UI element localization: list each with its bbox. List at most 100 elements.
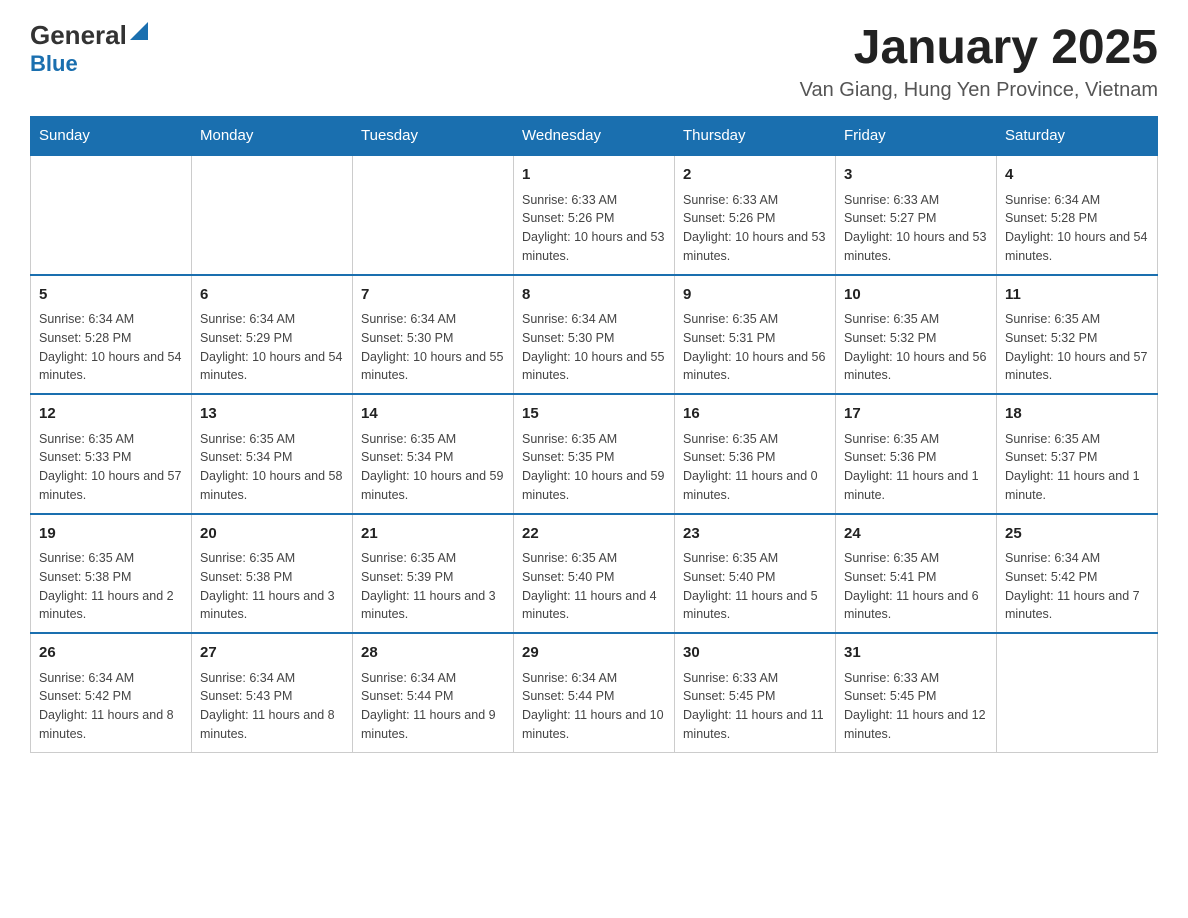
calendar-week-row: 19 Sunrise: 6:35 AMSunset: 5:38 PMDayligh… <box>31 514 1158 634</box>
calendar-header-friday: Friday <box>836 117 997 156</box>
day-number: 24 <box>844 523 988 546</box>
calendar-day-cell: 30 Sunrise: 6:33 AMSunset: 5:45 PMDayligh… <box>675 633 836 752</box>
page-header: General Blue January 2025 Van Giang, Hun… <box>30 20 1158 102</box>
day-number: 3 <box>844 164 988 187</box>
calendar-day-cell: 10Sunrise: 6:35 AMSunset: 5:32 PMDayligh… <box>836 275 997 395</box>
calendar-day-cell: 13Sunrise: 6:35 AMSunset: 5:34 PMDayligh… <box>192 394 353 514</box>
day-number: 9 <box>683 284 827 307</box>
calendar-week-row: 12Sunrise: 6:35 AMSunset: 5:33 PMDayligh… <box>31 394 1158 514</box>
day-number: 4 <box>1005 164 1149 187</box>
calendar-header-monday: Monday <box>192 117 353 156</box>
calendar-day-cell: 22 Sunrise: 6:35 AMSunset: 5:40 PMDayligh… <box>514 514 675 634</box>
calendar-day-cell: 17 Sunrise: 6:35 AMSunset: 5:36 PMDayligh… <box>836 394 997 514</box>
day-info: Sunrise: 6:34 AMSunset: 5:44 PMDaylight:… <box>522 669 666 744</box>
day-info: Sunrise: 6:35 AMSunset: 5:35 PMDaylight:… <box>522 430 666 505</box>
calendar-day-cell: 4 Sunrise: 6:34 AMSunset: 5:28 PMDaylight… <box>997 155 1158 275</box>
calendar-table: SundayMondayTuesdayWednesdayThursdayFrid… <box>30 116 1158 753</box>
day-info: Sunrise: 6:34 AMSunset: 5:42 PMDaylight:… <box>1005 549 1149 624</box>
day-info: Sunrise: 6:35 AMSunset: 5:32 PMDaylight:… <box>1005 310 1149 385</box>
day-number: 29 <box>522 642 666 665</box>
calendar-week-row: 1 Sunrise: 6:33 AMSunset: 5:26 PMDaylight… <box>31 155 1158 275</box>
calendar-header-thursday: Thursday <box>675 117 836 156</box>
logo-blue-text: Blue <box>30 51 78 76</box>
calendar-day-cell: 21Sunrise: 6:35 AMSunset: 5:39 PMDayligh… <box>353 514 514 634</box>
logo: General Blue <box>30 20 148 77</box>
day-info: Sunrise: 6:34 AMSunset: 5:30 PMDaylight:… <box>522 310 666 385</box>
day-info: Sunrise: 6:35 AMSunset: 5:41 PMDaylight:… <box>844 549 988 624</box>
page-title: January 2025 <box>800 20 1158 75</box>
calendar-day-cell: 19 Sunrise: 6:35 AMSunset: 5:38 PMDayligh… <box>31 514 192 634</box>
day-number: 21 <box>361 523 505 546</box>
logo-arrow-icon <box>130 20 148 45</box>
day-info: Sunrise: 6:33 AMSunset: 5:45 PMDaylight:… <box>844 669 988 744</box>
calendar-day-cell: 9Sunrise: 6:35 AMSunset: 5:31 PMDaylight… <box>675 275 836 395</box>
day-number: 19 <box>39 523 183 546</box>
calendar-day-cell: 29 Sunrise: 6:34 AMSunset: 5:44 PMDayligh… <box>514 633 675 752</box>
calendar-day-cell: 11 Sunrise: 6:35 AMSunset: 5:32 PMDayligh… <box>997 275 1158 395</box>
calendar-day-cell: 27 Sunrise: 6:34 AMSunset: 5:43 PMDayligh… <box>192 633 353 752</box>
calendar-header-wednesday: Wednesday <box>514 117 675 156</box>
day-info: Sunrise: 6:33 AMSunset: 5:26 PMDaylight:… <box>522 191 666 266</box>
day-number: 16 <box>683 403 827 426</box>
day-info: Sunrise: 6:35 AMSunset: 5:34 PMDaylight:… <box>361 430 505 505</box>
calendar-day-cell <box>997 633 1158 752</box>
day-info: Sunrise: 6:33 AMSunset: 5:26 PMDaylight:… <box>683 191 827 266</box>
day-number: 31 <box>844 642 988 665</box>
day-number: 26 <box>39 642 183 665</box>
calendar-day-cell: 23Sunrise: 6:35 AMSunset: 5:40 PMDayligh… <box>675 514 836 634</box>
day-info: Sunrise: 6:35 AMSunset: 5:38 PMDaylight:… <box>39 549 183 624</box>
page-subtitle: Van Giang, Hung Yen Province, Vietnam <box>800 79 1158 102</box>
day-info: Sunrise: 6:34 AMSunset: 5:30 PMDaylight:… <box>361 310 505 385</box>
calendar-day-cell <box>353 155 514 275</box>
calendar-day-cell <box>192 155 353 275</box>
calendar-day-cell: 24 Sunrise: 6:35 AMSunset: 5:41 PMDayligh… <box>836 514 997 634</box>
day-number: 13 <box>200 403 344 426</box>
calendar-day-cell: 7 Sunrise: 6:34 AMSunset: 5:30 PMDaylight… <box>353 275 514 395</box>
calendar-week-row: 26Sunrise: 6:34 AMSunset: 5:42 PMDayligh… <box>31 633 1158 752</box>
calendar-day-cell: 6 Sunrise: 6:34 AMSunset: 5:29 PMDaylight… <box>192 275 353 395</box>
calendar-day-cell: 31 Sunrise: 6:33 AMSunset: 5:45 PMDayligh… <box>836 633 997 752</box>
day-number: 12 <box>39 403 183 426</box>
calendar-day-cell: 25 Sunrise: 6:34 AMSunset: 5:42 PMDayligh… <box>997 514 1158 634</box>
calendar-day-cell: 15 Sunrise: 6:35 AMSunset: 5:35 PMDayligh… <box>514 394 675 514</box>
day-number: 7 <box>361 284 505 307</box>
calendar-day-cell: 28 Sunrise: 6:34 AMSunset: 5:44 PMDayligh… <box>353 633 514 752</box>
day-number: 25 <box>1005 523 1149 546</box>
day-number: 8 <box>522 284 666 307</box>
calendar-header-saturday: Saturday <box>997 117 1158 156</box>
day-number: 11 <box>1005 284 1149 307</box>
calendar-header-sunday: Sunday <box>31 117 192 156</box>
day-number: 22 <box>522 523 666 546</box>
day-info: Sunrise: 6:34 AMSunset: 5:28 PMDaylight:… <box>39 310 183 385</box>
day-number: 5 <box>39 284 183 307</box>
calendar-day-cell: 3 Sunrise: 6:33 AMSunset: 5:27 PMDaylight… <box>836 155 997 275</box>
day-number: 27 <box>200 642 344 665</box>
day-info: Sunrise: 6:35 AMSunset: 5:40 PMDaylight:… <box>522 549 666 624</box>
day-number: 15 <box>522 403 666 426</box>
calendar-day-cell: 18Sunrise: 6:35 AMSunset: 5:37 PMDayligh… <box>997 394 1158 514</box>
day-info: Sunrise: 6:34 AMSunset: 5:43 PMDaylight:… <box>200 669 344 744</box>
calendar-header-row: SundayMondayTuesdayWednesdayThursdayFrid… <box>31 117 1158 156</box>
day-info: Sunrise: 6:33 AMSunset: 5:45 PMDaylight:… <box>683 669 827 744</box>
day-info: Sunrise: 6:35 AMSunset: 5:36 PMDaylight:… <box>683 430 827 505</box>
day-number: 30 <box>683 642 827 665</box>
day-number: 28 <box>361 642 505 665</box>
day-info: Sunrise: 6:34 AMSunset: 5:44 PMDaylight:… <box>361 669 505 744</box>
day-info: Sunrise: 6:35 AMSunset: 5:36 PMDaylight:… <box>844 430 988 505</box>
calendar-day-cell: 8 Sunrise: 6:34 AMSunset: 5:30 PMDaylight… <box>514 275 675 395</box>
calendar-day-cell: 16 Sunrise: 6:35 AMSunset: 5:36 PMDayligh… <box>675 394 836 514</box>
day-info: Sunrise: 6:33 AMSunset: 5:27 PMDaylight:… <box>844 191 988 266</box>
day-info: Sunrise: 6:34 AMSunset: 5:29 PMDaylight:… <box>200 310 344 385</box>
calendar-day-cell: 12Sunrise: 6:35 AMSunset: 5:33 PMDayligh… <box>31 394 192 514</box>
day-info: Sunrise: 6:34 AMSunset: 5:28 PMDaylight:… <box>1005 191 1149 266</box>
day-number: 10 <box>844 284 988 307</box>
day-number: 23 <box>683 523 827 546</box>
day-info: Sunrise: 6:35 AMSunset: 5:37 PMDaylight:… <box>1005 430 1149 505</box>
day-number: 1 <box>522 164 666 187</box>
calendar-day-cell <box>31 155 192 275</box>
day-info: Sunrise: 6:35 AMSunset: 5:38 PMDaylight:… <box>200 549 344 624</box>
day-number: 17 <box>844 403 988 426</box>
day-number: 6 <box>200 284 344 307</box>
calendar-day-cell: 20Sunrise: 6:35 AMSunset: 5:38 PMDayligh… <box>192 514 353 634</box>
calendar-day-cell: 26Sunrise: 6:34 AMSunset: 5:42 PMDayligh… <box>31 633 192 752</box>
